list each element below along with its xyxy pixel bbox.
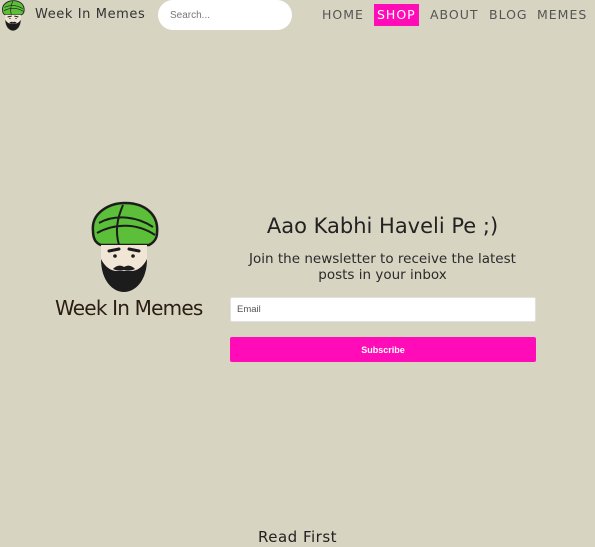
nav-about[interactable]: ABOUT xyxy=(430,4,479,26)
site-header: Week In Memes HOME SHOP ABOUT BLOG MEMES xyxy=(0,0,595,32)
nav-shop[interactable]: SHOP xyxy=(374,4,419,26)
nav-memes[interactable]: MEMES xyxy=(537,4,587,26)
brand-logo-icon[interactable] xyxy=(0,0,26,31)
newsletter-subtitle: Join the newsletter to receive the lates… xyxy=(249,251,516,283)
nav-home[interactable]: HOME xyxy=(322,4,364,26)
email-field[interactable] xyxy=(230,297,536,322)
brand-name[interactable]: Week In Memes xyxy=(35,7,145,22)
subscribe-button[interactable]: Subscribe xyxy=(230,337,536,362)
newsletter-title: Aao Kabhi Haveli Pe ;) xyxy=(266,214,499,238)
section-heading-read-first: Read First xyxy=(257,528,338,546)
hero-logo-icon xyxy=(91,201,159,292)
search-input[interactable] xyxy=(158,0,292,30)
hero-wordmark: Week In Memes xyxy=(55,296,203,320)
nav-blog[interactable]: BLOG xyxy=(489,4,528,26)
